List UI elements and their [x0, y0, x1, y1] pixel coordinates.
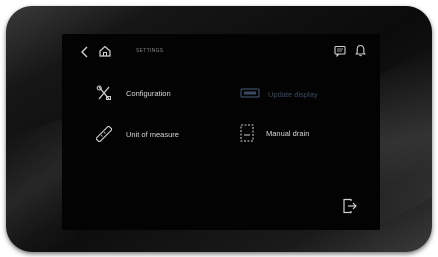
- logout-icon[interactable]: [342, 198, 358, 214]
- ruler-icon: [96, 126, 112, 142]
- menu-item-label: Manual drain: [266, 129, 310, 138]
- menu-item-configuration[interactable]: Configuration: [96, 85, 216, 105]
- device-frame: SETTINGS Configuration Update display Un…: [6, 6, 432, 252]
- menu-item-label: Update display: [268, 90, 318, 99]
- menu-item-label: Configuration: [126, 89, 171, 98]
- bell-icon[interactable]: [355, 44, 366, 57]
- menu-item-unit-of-measure[interactable]: Unit of measure: [96, 126, 226, 146]
- drain-icon: [240, 124, 254, 142]
- top-bar: SETTINGS: [62, 34, 380, 70]
- home-icon[interactable]: [98, 44, 112, 58]
- display-screen: SETTINGS Configuration Update display Un…: [62, 34, 380, 230]
- message-icon[interactable]: [334, 45, 346, 57]
- tools-icon: [96, 85, 111, 100]
- chevron-left-icon[interactable]: [80, 46, 90, 58]
- breadcrumb: SETTINGS: [136, 48, 164, 54]
- menu-item-update-display: Update display: [240, 86, 360, 106]
- menu-item-manual-drain[interactable]: Manual drain: [240, 124, 360, 144]
- display-update-icon: [240, 88, 260, 98]
- menu-item-label: Unit of measure: [126, 130, 179, 139]
